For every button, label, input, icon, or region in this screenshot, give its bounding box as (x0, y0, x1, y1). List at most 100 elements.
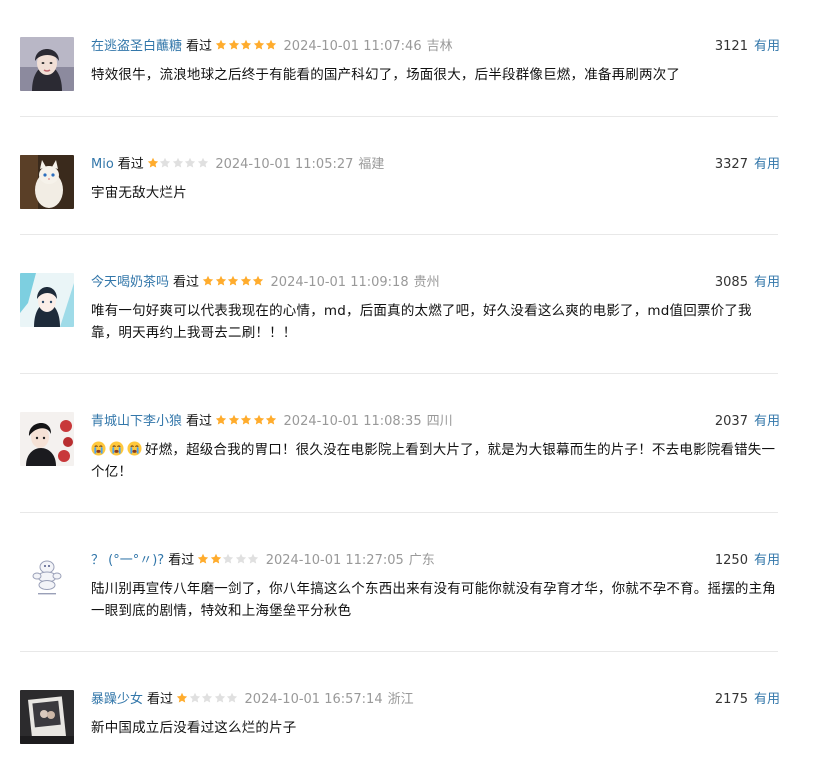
comment-time: 2024-10-01 11:07:46 (283, 39, 422, 54)
comment-meta: Mio 看过 2024-10-01 11:05:27 福建 (91, 155, 780, 175)
divider (20, 373, 778, 374)
comment-meta: ？ (°一°〃)? 看过 2024-10-01 11:27:05 广东 (91, 551, 780, 571)
user-avatar[interactable] (20, 690, 74, 744)
star-filled-icon (252, 275, 264, 287)
star-filled-icon (215, 39, 227, 51)
divider (20, 234, 778, 235)
useful-button[interactable]: 有用 (754, 692, 780, 707)
username-link[interactable]: Mio (91, 157, 114, 172)
star-filled-icon (253, 39, 265, 51)
rating-stars (215, 38, 278, 58)
star-empty-icon (222, 553, 234, 565)
vote-area: 1250 有用 (715, 551, 780, 571)
comment-text: 好燃，超级合我的胃口！很久没在电影院上看到大片了，就是为大银幕而生的片子！不去电… (91, 439, 779, 483)
star-filled-icon (228, 39, 240, 51)
comment-meta: 今天喝奶茶吗 看过 2024-10-01 11:09:18 贵州 (91, 273, 780, 293)
star-filled-icon (240, 275, 252, 287)
username-link[interactable]: 今天喝奶茶吗 (91, 275, 169, 290)
star-filled-icon (265, 414, 277, 426)
comment-text: 特效很牛，流浪地球之后终于有能看的国产科幻了，场面很大，后半段群像巨燃，准备再刷… (91, 67, 681, 83)
star-filled-icon (176, 692, 188, 704)
username-link[interactable]: 青城山下李小狼 (91, 414, 182, 429)
comment-text: 唯有一句好爽可以代表我现在的心情，md，后面真的太燃了吧，好久没看这么爽的电影了… (91, 303, 752, 341)
divider (20, 512, 778, 513)
username-link[interactable]: 在逃盗圣白蘸糖 (91, 39, 182, 54)
comment-location: 贵州 (413, 275, 440, 290)
comment-location: 浙江 (387, 692, 414, 707)
useful-button[interactable]: 有用 (754, 39, 780, 54)
vote-count: 3121 (714, 39, 748, 54)
user-avatar[interactable] (20, 412, 74, 466)
star-empty-icon (197, 157, 209, 169)
emoji-group (91, 441, 145, 458)
star-empty-icon (214, 692, 226, 704)
vote-area: 2175 有用 (715, 690, 780, 710)
michelin-man-avatar (20, 551, 74, 605)
crying-face-icon (91, 441, 106, 456)
polaroid-photo-avatar (20, 690, 74, 744)
user-avatar[interactable] (20, 155, 74, 209)
star-empty-icon (172, 157, 184, 169)
user-avatar[interactable] (20, 273, 74, 327)
rating-stars (147, 156, 210, 176)
comment-time: 2024-10-01 11:09:18 (270, 275, 409, 290)
comment-text-body: 好燃，超级合我的胃口！很久没在电影院上看到大片了，就是为大银幕而生的片子！不去电… (91, 442, 776, 480)
rating-stars (215, 413, 278, 433)
useful-button[interactable]: 有用 (754, 275, 780, 290)
user-avatar[interactable] (20, 37, 74, 91)
vote-area: 3121 有用 (715, 37, 780, 57)
vote-count: 2037 (714, 414, 748, 429)
anime-girl-avatar (20, 273, 74, 327)
useful-button[interactable]: 有用 (754, 414, 780, 429)
white-cat-avatar (20, 155, 74, 209)
seen-label: 看过 (117, 157, 144, 172)
vote-count: 2175 (714, 692, 748, 707)
anime-boy-avatar (20, 412, 74, 466)
crying-face-icon (109, 441, 124, 456)
seen-label: 看过 (186, 414, 213, 429)
rating-stars (176, 691, 239, 711)
vote-area: 3085 有用 (715, 273, 780, 293)
portrait-woman-avatar (20, 37, 74, 91)
rating-stars (202, 274, 265, 294)
star-filled-icon (197, 553, 209, 565)
star-filled-icon (265, 39, 277, 51)
star-filled-icon (253, 414, 265, 426)
star-empty-icon (226, 692, 238, 704)
crying-face-icon (127, 441, 142, 456)
comment-location: 广东 (408, 553, 435, 568)
useful-button[interactable]: 有用 (754, 553, 780, 568)
star-filled-icon (210, 553, 222, 565)
star-empty-icon (201, 692, 213, 704)
username-link[interactable]: ？ (°一°〃)? (91, 553, 164, 568)
comment-text: 宇宙无敌大烂片 (91, 185, 187, 201)
star-filled-icon (215, 414, 227, 426)
seen-label: 看过 (173, 275, 200, 290)
star-empty-icon (159, 157, 171, 169)
user-avatar[interactable] (20, 551, 74, 605)
star-filled-icon (227, 275, 239, 287)
star-empty-icon (235, 553, 247, 565)
comment-time: 2024-10-01 11:05:27 (215, 157, 354, 172)
comment-meta: 青城山下李小狼 看过 2024-10-01 11:08:35 四川 (91, 412, 780, 432)
divider (20, 116, 778, 117)
vote-count: 3327 (714, 157, 748, 172)
star-filled-icon (228, 414, 240, 426)
star-filled-icon (202, 275, 214, 287)
vote-count: 1250 (714, 553, 748, 568)
star-empty-icon (184, 157, 196, 169)
rating-stars (197, 552, 260, 572)
comment-time: 2024-10-01 11:27:05 (265, 553, 404, 568)
star-filled-icon (240, 414, 252, 426)
comment-location: 福建 (358, 157, 385, 172)
seen-label: 看过 (186, 39, 213, 54)
username-link[interactable]: 暴躁少女 (91, 692, 143, 707)
useful-button[interactable]: 有用 (754, 157, 780, 172)
seen-label: 看过 (147, 692, 174, 707)
comment-location: 吉林 (426, 39, 453, 54)
comment-time: 2024-10-01 16:57:14 (244, 692, 383, 707)
star-filled-icon (240, 39, 252, 51)
star-empty-icon (189, 692, 201, 704)
seen-label: 看过 (168, 553, 195, 568)
vote-area: 3327 有用 (715, 155, 780, 175)
